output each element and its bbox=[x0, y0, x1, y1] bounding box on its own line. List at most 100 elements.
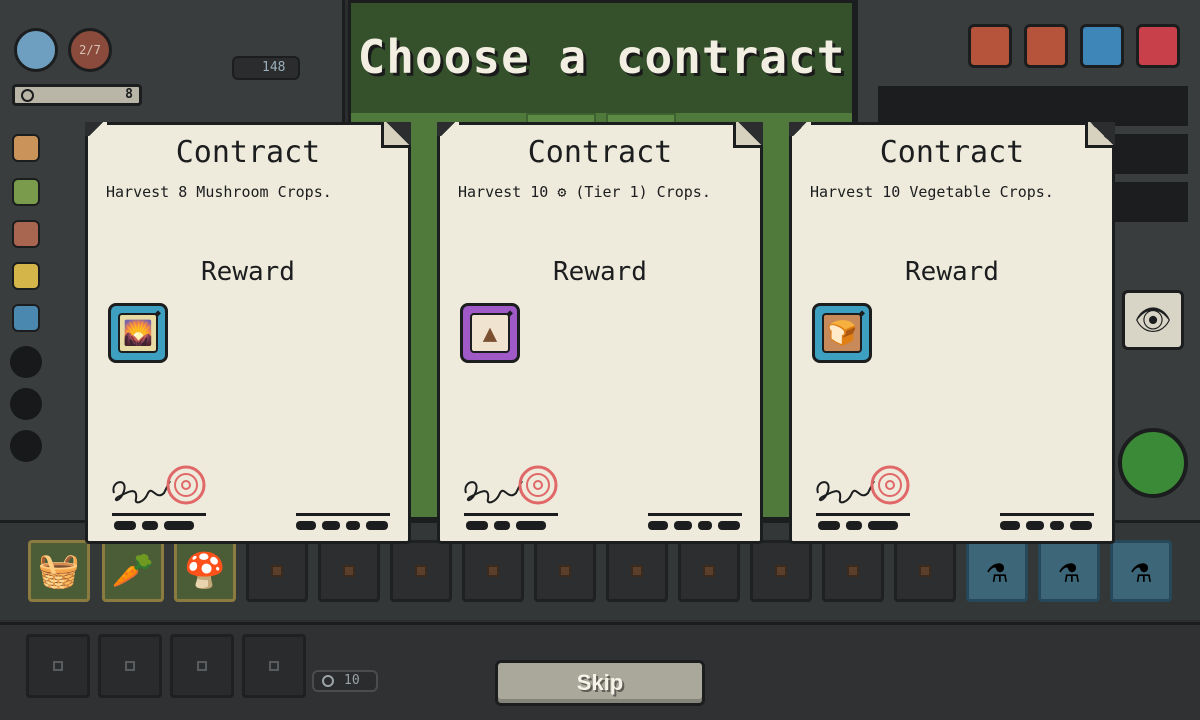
view-board-button[interactable]: 👁 bbox=[1122, 290, 1184, 350]
slot-core bbox=[125, 661, 135, 671]
next-turn-button[interactable] bbox=[1118, 428, 1188, 498]
season-progress-value: 8 bbox=[125, 87, 133, 102]
basket-icon: 🧺 bbox=[37, 551, 81, 591]
inventory-slot-empty[interactable] bbox=[894, 540, 956, 602]
sparkle-icon: ◆ bbox=[506, 308, 513, 319]
info-panel bbox=[878, 86, 1188, 126]
inventory-slot-empty[interactable] bbox=[318, 540, 380, 602]
bread-icon: 🍞 bbox=[822, 313, 862, 353]
settings-button[interactable] bbox=[1080, 24, 1124, 68]
sidebar-empty-slot bbox=[10, 346, 42, 378]
contract-card-2[interactable]: Contract Harvest 10 ⚙ (Tier 1) Crops. Re… bbox=[437, 122, 763, 544]
sidebar-item-crop-2[interactable] bbox=[12, 178, 40, 206]
inventory-slot-empty[interactable] bbox=[462, 540, 524, 602]
season-progress-bar: 8 bbox=[12, 84, 142, 106]
carrot-icon: 🥕 bbox=[111, 551, 155, 591]
corner-cut bbox=[437, 122, 459, 136]
inventory-slot-empty[interactable] bbox=[534, 540, 596, 602]
inventory-slot-carrot[interactable]: 🥕 bbox=[102, 540, 164, 602]
reward-heading: Reward bbox=[905, 257, 999, 287]
inventory-slot-potion[interactable]: ⚗ bbox=[1038, 540, 1100, 602]
inventory-slot-basket[interactable]: 🧺 bbox=[28, 540, 90, 602]
sidebar-item-crop-4[interactable] bbox=[12, 262, 40, 290]
signature-line bbox=[816, 513, 910, 516]
date-line bbox=[296, 513, 390, 516]
slot-core bbox=[415, 565, 427, 577]
slot-core bbox=[53, 661, 63, 671]
corner-cut bbox=[85, 122, 107, 136]
sidebar-item-crop-5[interactable] bbox=[12, 304, 40, 332]
inventory-slot-potion[interactable]: ⚗ bbox=[966, 540, 1028, 602]
reward-heading: Reward bbox=[201, 257, 295, 287]
signature-line bbox=[464, 513, 558, 516]
date-dashes bbox=[648, 521, 740, 530]
inventory-slot-empty[interactable] bbox=[678, 540, 740, 602]
reward-item[interactable]: 🍞 ◆ bbox=[812, 303, 872, 363]
weather-icon[interactable] bbox=[14, 28, 58, 72]
sidebar-item-crop-3[interactable] bbox=[12, 220, 40, 248]
date-dashes bbox=[1000, 521, 1092, 530]
signature-dashes bbox=[466, 521, 546, 530]
card-title: Contract bbox=[879, 135, 1025, 170]
deck-slot[interactable] bbox=[170, 634, 234, 698]
card-goal: Harvest 10 ⚙ (Tier 1) Crops. bbox=[458, 183, 748, 201]
slot-core bbox=[271, 565, 283, 577]
date-dashes bbox=[296, 521, 388, 530]
inventory-slot-empty[interactable] bbox=[606, 540, 668, 602]
signature-dashes bbox=[818, 521, 898, 530]
slot-core bbox=[487, 565, 499, 577]
signature-line bbox=[112, 513, 206, 516]
journal-button[interactable] bbox=[1024, 24, 1068, 68]
skip-button[interactable]: Skip bbox=[495, 660, 705, 706]
signature-stamp bbox=[112, 465, 206, 505]
save-button[interactable] bbox=[968, 24, 1012, 68]
card-goal: Harvest 8 Mushroom Crops. bbox=[106, 183, 332, 201]
mushroom-icon: 🍄 bbox=[183, 551, 227, 591]
inventory-slot-empty[interactable] bbox=[750, 540, 812, 602]
slot-core bbox=[269, 661, 279, 671]
coin-icon bbox=[322, 675, 334, 687]
potion-icon: ⚗ bbox=[1130, 551, 1152, 591]
corner-cut bbox=[789, 122, 811, 136]
reward-heading: Reward bbox=[553, 257, 647, 287]
inventory-slot-mushroom[interactable]: 🍄 bbox=[174, 540, 236, 602]
card-title: Contract bbox=[527, 135, 673, 170]
exit-button[interactable] bbox=[1136, 24, 1180, 68]
deck-slot[interactable] bbox=[26, 634, 90, 698]
season-dot-icon bbox=[21, 89, 34, 102]
contract-card-1[interactable]: Contract Harvest 8 Mushroom Crops. Rewar… bbox=[85, 122, 411, 544]
slot-core bbox=[559, 565, 571, 577]
date-line bbox=[648, 513, 742, 516]
signature-stamp bbox=[464, 465, 558, 505]
population-counter[interactable]: 2/7 bbox=[68, 28, 112, 72]
card-goal-suffix: (Tier 1) Crops. bbox=[575, 183, 711, 201]
reward-item[interactable]: 🌄 ◆ bbox=[108, 303, 168, 363]
reward-item[interactable]: ▲ ◆ bbox=[460, 303, 520, 363]
sidebar-item-crop-1[interactable] bbox=[12, 134, 40, 162]
signature-dashes bbox=[114, 521, 194, 530]
slot-core bbox=[343, 565, 355, 577]
tier-gear-icon: ⚙ bbox=[557, 183, 567, 201]
sidebar-empty-slot bbox=[10, 430, 42, 462]
deck-slot[interactable] bbox=[242, 634, 306, 698]
slot-core bbox=[775, 565, 787, 577]
potion-icon: ⚗ bbox=[1058, 551, 1080, 591]
slot-core bbox=[197, 661, 207, 671]
deck-slot[interactable] bbox=[98, 634, 162, 698]
slot-core bbox=[703, 565, 715, 577]
eye-icon: 👁 bbox=[1133, 302, 1173, 338]
crop-card-icon: 🌄 bbox=[118, 313, 158, 353]
inventory-slot-empty[interactable] bbox=[822, 540, 884, 602]
date-line bbox=[1000, 513, 1094, 516]
card-goal-prefix: Harvest 10 bbox=[458, 183, 549, 201]
inventory-slot-empty[interactable] bbox=[246, 540, 308, 602]
sidebar-empty-slot bbox=[10, 388, 42, 420]
contract-card-3[interactable]: Contract Harvest 10 Vegetable Crops. Rew… bbox=[789, 122, 1115, 544]
card-title: Contract bbox=[175, 135, 321, 170]
card-goal: Harvest 10 Vegetable Crops. bbox=[810, 183, 1054, 201]
inventory-slot-empty[interactable] bbox=[390, 540, 452, 602]
signature-stamp bbox=[816, 465, 910, 505]
slot-core bbox=[847, 565, 859, 577]
inventory-slot-potion[interactable]: ⚗ bbox=[1110, 540, 1172, 602]
sparkle-icon: ◆ bbox=[154, 308, 161, 319]
